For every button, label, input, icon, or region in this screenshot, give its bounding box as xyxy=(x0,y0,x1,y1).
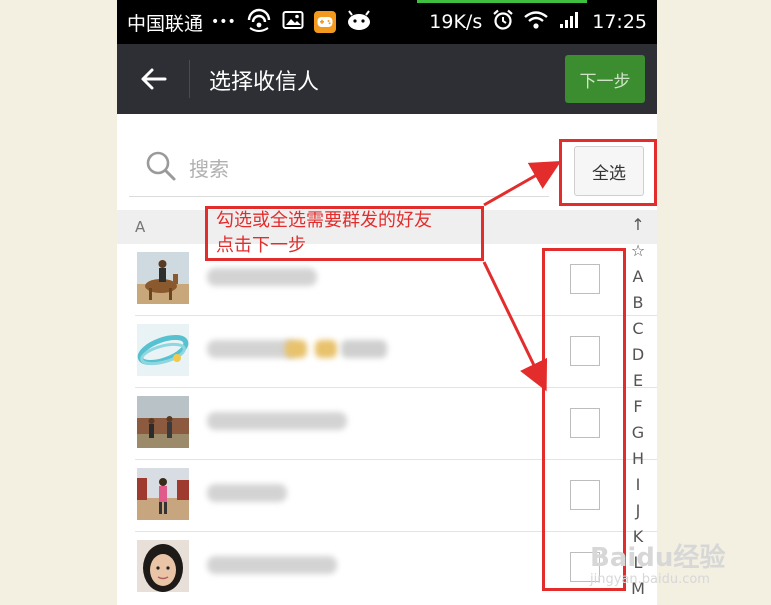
contact-name xyxy=(207,340,297,358)
index-letter[interactable]: G xyxy=(632,420,644,446)
search-underline xyxy=(129,196,549,197)
game-icon xyxy=(313,11,336,33)
back-arrow-icon[interactable] xyxy=(137,62,171,96)
contact-name xyxy=(207,268,317,286)
wifi-icon xyxy=(524,10,548,35)
carrier-name: 中国联通 xyxy=(127,12,204,35)
signal-icon xyxy=(558,10,582,35)
next-step-button[interactable]: 下一步 xyxy=(565,55,645,103)
avatar xyxy=(137,252,189,304)
status-bar: 中国联通 ••• 19K/s 17:25 xyxy=(117,0,657,44)
search-input[interactable]: 搜索 xyxy=(189,153,229,182)
status-time: 17:25 xyxy=(592,11,647,33)
network-speed: 19K/s xyxy=(429,11,483,33)
select-all-highlight xyxy=(559,139,657,206)
alarm-icon xyxy=(492,9,514,36)
index-letter[interactable]: F xyxy=(633,394,642,420)
section-letter: A xyxy=(135,218,146,236)
index-letter[interactable]: B xyxy=(633,290,644,316)
title-divider xyxy=(189,60,190,98)
avatar xyxy=(137,540,189,592)
search-icon xyxy=(145,150,177,186)
contact-name xyxy=(207,412,347,430)
contact-name-emoji xyxy=(315,340,337,358)
contact-name xyxy=(207,556,337,574)
index-letter[interactable]: ↑ xyxy=(631,212,644,238)
android-icon xyxy=(346,9,372,35)
image-icon xyxy=(282,10,304,35)
avatar xyxy=(137,468,189,520)
contact-name xyxy=(341,340,387,358)
contact-name xyxy=(207,484,287,502)
instruction-line-2: 点击下一步 xyxy=(216,235,306,256)
watermark-url: jingyan.baidu.com xyxy=(590,572,710,587)
index-letter[interactable]: E xyxy=(633,368,643,394)
page-title: 选择收信人 xyxy=(209,70,320,95)
contact-name-emoji xyxy=(285,340,307,358)
index-letter[interactable]: C xyxy=(632,316,643,342)
hotspot-icon xyxy=(246,8,272,37)
index-letter[interactable]: D xyxy=(632,342,644,368)
index-letter[interactable]: A xyxy=(633,264,644,290)
avatar xyxy=(137,324,189,376)
instruction-line-1: 勾选或全选需要群发的好友 xyxy=(216,210,432,231)
avatar xyxy=(137,396,189,448)
index-letter[interactable]: J xyxy=(636,498,641,524)
index-letter[interactable]: ☆ xyxy=(631,238,645,264)
status-right: 19K/s 17:25 xyxy=(419,0,647,44)
baidu-watermark: Baidu经验 xyxy=(590,543,726,573)
index-letter[interactable]: H xyxy=(632,446,644,472)
dots-icon: ••• xyxy=(211,14,236,30)
title-bar: 选择收信人 下一步 xyxy=(117,44,657,114)
index-letter[interactable]: I xyxy=(636,472,641,498)
